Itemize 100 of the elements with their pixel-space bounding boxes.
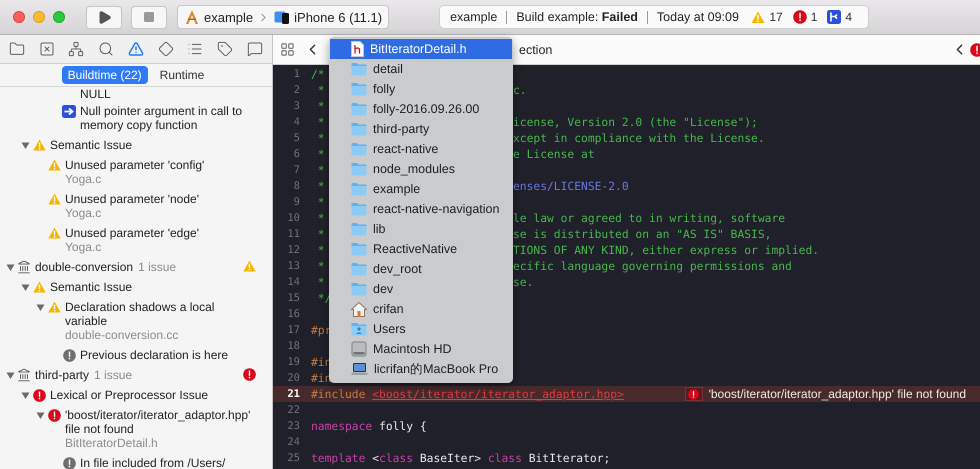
- line-number: 22: [286, 404, 300, 416]
- code-line: *: [316, 116, 325, 129]
- warning-icon: [48, 227, 60, 239]
- code-line: *: [316, 132, 325, 145]
- issue-message: Unused parameter 'node': [65, 192, 199, 206]
- menu-item[interactable]: react-native-navigation: [330, 199, 512, 219]
- step-message: Null pointer argument in call to memory copy function: [80, 104, 244, 132]
- issue-message: Unused parameter 'config': [65, 158, 204, 172]
- line-number: 4: [292, 116, 300, 128]
- target-name: double-conversion: [35, 260, 134, 274]
- error-icon: [792, 10, 807, 24]
- menu-item[interactable]: third-party: [330, 119, 512, 139]
- scheme-selector[interactable]: example iPhone 6 (11.1): [177, 5, 390, 29]
- line-number: 16: [286, 308, 300, 320]
- code-line: #include <boost/iterator/iterator_adaptor.hpp>: [311, 388, 624, 400]
- disclosure-triangle-icon[interactable]: [6, 262, 14, 272]
- segment-tab[interactable]: Runtime: [154, 66, 210, 84]
- error-message: 'boost/iterator/iterator_adaptor.hpp' file not found: [708, 387, 966, 401]
- grid-icon[interactable]: [280, 42, 295, 57]
- file-name: Yoga.c: [65, 240, 102, 254]
- disclosure-triangle-icon[interactable]: [20, 140, 30, 150]
- menu-item[interactable]: ReactiveNative: [330, 239, 512, 259]
- target-name: third-party: [35, 368, 90, 382]
- folder-icon: [351, 182, 367, 196]
- code-line: *: [316, 260, 325, 273]
- line-number: 2: [292, 84, 300, 96]
- close-button[interactable]: [13, 11, 25, 23]
- code-line: *: [316, 228, 325, 241]
- menu-item[interactable]: Macintosh HD: [330, 339, 512, 359]
- menu-item[interactable]: folly-2016.09.26.00: [330, 99, 512, 119]
- menu-item[interactable]: Users: [330, 319, 512, 339]
- error-icon: [243, 368, 256, 381]
- line-number: 13: [286, 260, 300, 272]
- code-line: *: [316, 180, 325, 193]
- line-number: 19: [286, 356, 300, 368]
- menu-item[interactable]: example: [330, 179, 512, 199]
- disclosure-triangle-icon[interactable]: [36, 410, 44, 420]
- line-number: 11: [286, 228, 300, 240]
- error-marker[interactable]: [684, 387, 703, 401]
- menu-item[interactable]: react-native: [330, 139, 512, 159]
- disclosure-triangle-icon[interactable]: [20, 390, 30, 400]
- play-icon: [96, 10, 112, 24]
- jump-bar-path[interactable]: ection: [519, 42, 552, 56]
- folder-icon: [351, 222, 367, 236]
- folder-icon: [351, 62, 367, 76]
- disclosure-triangle-icon[interactable]: [6, 370, 14, 380]
- folder-icon: [351, 262, 367, 276]
- line-number: 5: [292, 132, 300, 144]
- code-line: *: [316, 196, 325, 208]
- issue-count: 1 issue: [138, 260, 176, 274]
- code-line: *: [316, 212, 325, 225]
- menu-item[interactable]: dev: [330, 279, 512, 299]
- line-number: 15: [286, 292, 300, 304]
- code-line: /*: [311, 68, 325, 80]
- code-line: *: [316, 84, 325, 97]
- line-number: 8: [292, 180, 300, 192]
- segment-tab[interactable]: Buildtime (22): [62, 66, 148, 84]
- code-line: e License at: [513, 148, 595, 160]
- warning-icon: [32, 281, 46, 293]
- menu-item[interactable]: detail: [330, 59, 512, 79]
- code-line: *: [316, 148, 325, 161]
- disclosure-triangle-icon[interactable]: [20, 282, 30, 292]
- issue-message: NULL: [80, 87, 111, 101]
- code-line: *: [316, 276, 325, 289]
- users-folder-icon: [351, 322, 367, 336]
- code-line: xcept in compliance with the License.: [513, 132, 765, 144]
- error-icon: [688, 388, 700, 400]
- target-icon: [17, 260, 31, 274]
- menu-item[interactable]: crifan: [330, 299, 512, 319]
- code-line: ecific language governing permissions and: [513, 260, 792, 272]
- menu-item[interactable]: lib: [330, 219, 512, 239]
- line-number: 12: [286, 244, 300, 256]
- file-name: double-conversion.cc: [65, 328, 180, 342]
- target-icon: [17, 368, 31, 382]
- issue-category: Semantic Issue: [50, 280, 132, 294]
- issue-category: Lexical or Preprocessor Issue: [50, 388, 208, 402]
- info-icon: [62, 348, 76, 362]
- issue-message: 'boost/iterator/iterator_adaptor.hpp' file not found: [65, 408, 252, 436]
- menu-item[interactable]: licrifan的MacBook Pro: [330, 359, 512, 379]
- folder-icon: [351, 82, 367, 96]
- phone-icon: [274, 9, 290, 25]
- code-line: #pr: [311, 324, 332, 336]
- stop-button[interactable]: [131, 6, 167, 28]
- code-line: *: [316, 244, 325, 257]
- code-line: namespace folly {: [311, 420, 427, 432]
- menu-item[interactable]: dev_root: [330, 259, 512, 279]
- code-line: se is distributed on an "AS IS" BASIS,: [513, 228, 772, 240]
- line-number: 17: [286, 324, 300, 336]
- run-button[interactable]: [86, 6, 122, 28]
- error-icon: [48, 408, 60, 422]
- menu-item[interactable]: node_modules: [330, 159, 512, 179]
- disclosure-triangle-icon[interactable]: [36, 302, 44, 312]
- line-number: 14: [286, 276, 300, 288]
- menu-item[interactable]: folly: [330, 79, 512, 99]
- arrow-step-icon: [62, 104, 76, 118]
- error-icon: [32, 388, 46, 402]
- folder-icon: [351, 282, 367, 296]
- code-line: enses/LICENSE-2.0: [513, 180, 629, 192]
- line-number: 1: [292, 68, 300, 80]
- menu-item[interactable]: BitIteratorDetail.h: [330, 39, 512, 59]
